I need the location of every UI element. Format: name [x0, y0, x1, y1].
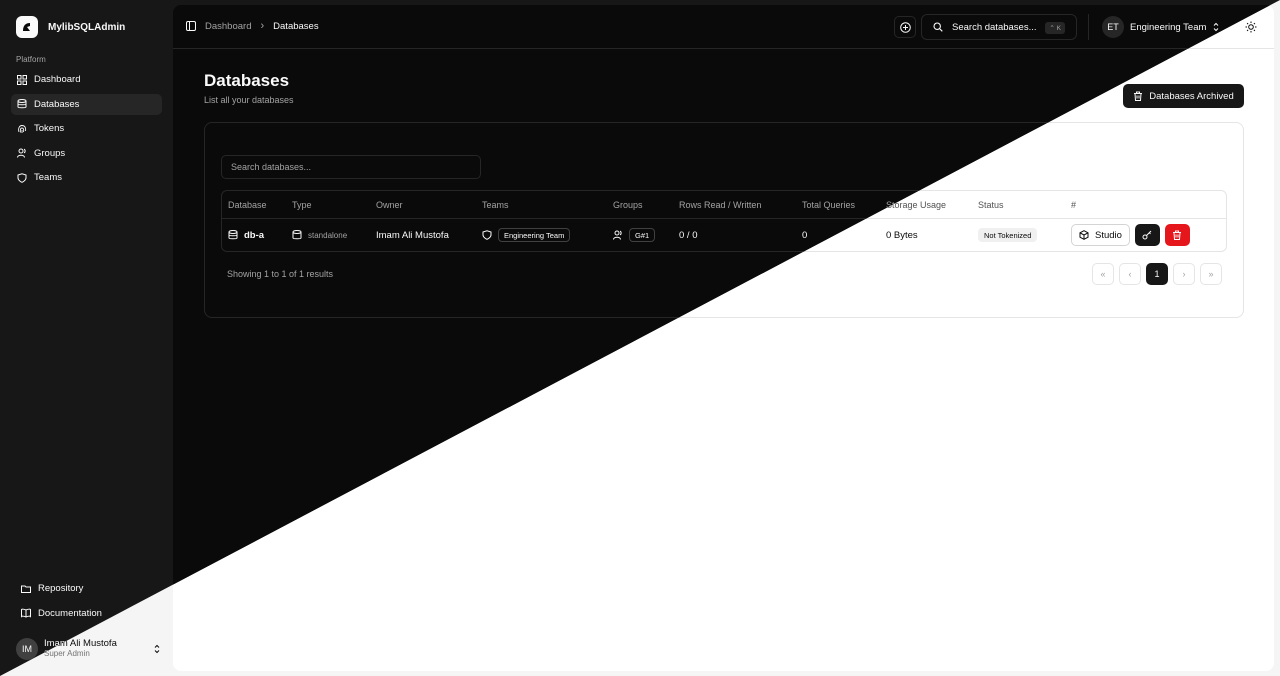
search-input[interactable]: Search databases... — [221, 155, 481, 179]
cell-total-queries: 0 — [802, 229, 808, 241]
global-search-button[interactable]: Search databases... ⌃ K — [921, 14, 1077, 40]
status-badge: Not Tokenized — [978, 228, 1038, 242]
cell-type: standalone — [292, 219, 347, 251]
database-type: standalone — [308, 230, 348, 240]
cell-teams: Engineering Team — [482, 219, 571, 251]
key-button[interactable] — [1134, 224, 1160, 246]
sidebar-item-label: Dashboard — [34, 74, 81, 85]
team-avatar: ET — [1102, 16, 1124, 38]
team-switcher[interactable]: ET Engineering Team — [1102, 16, 1220, 38]
global-search-label: Search databases... — [952, 21, 1037, 33]
page-title: Databases — [204, 71, 290, 90]
database-icon — [17, 99, 27, 109]
column-header: Status — [978, 199, 1004, 210]
sidebar-item-repository[interactable]: Repository — [16, 578, 162, 599]
user-role: Super Admin — [44, 648, 90, 658]
box-icon — [1079, 230, 1089, 240]
studio-button[interactable]: Studio — [1071, 224, 1130, 246]
cell-groups: G#1 — [613, 219, 656, 251]
folder-icon — [21, 584, 31, 594]
breadcrumb-dashboard[interactable]: Dashboard — [205, 21, 251, 32]
column-header: Groups — [613, 199, 643, 210]
database-icon — [228, 230, 238, 240]
trash-icon — [1134, 91, 1143, 101]
breadcrumb: Dashboard › Databases — [186, 20, 319, 32]
sidebar-toggle-icon[interactable] — [186, 21, 196, 31]
sidebar-item-tokens[interactable]: Tokens — [11, 118, 162, 139]
divider — [1088, 14, 1089, 40]
column-header: Owner — [376, 199, 403, 210]
sidebar-item-label: Documentation — [38, 607, 102, 619]
search-shortcut: ⌃ K — [1045, 22, 1065, 34]
column-header: Total Queries — [802, 199, 856, 210]
column-header: Database — [228, 199, 267, 210]
page-subtitle: List all your databases — [204, 95, 294, 105]
app-logo-icon — [16, 16, 38, 38]
cell-status: Not Tokenized — [978, 219, 1038, 251]
sidebar-item-label: Tokens — [34, 123, 65, 134]
cell-rows-rw: 0 / 0 — [679, 229, 698, 241]
databases-archived-label: Databases Archived — [1149, 90, 1234, 102]
prev-page-button[interactable]: ‹ — [1119, 263, 1141, 285]
theme-toggle-sun-icon[interactable] — [1245, 21, 1257, 33]
team-badge: Engineering Team — [498, 228, 571, 242]
breadcrumb-current: Databases — [273, 20, 319, 32]
add-database-button[interactable] — [894, 16, 916, 38]
trash-icon — [1173, 230, 1182, 240]
column-header: Rows Read / Written — [679, 199, 762, 210]
search-icon — [933, 22, 943, 32]
team-name: Engineering Team — [1130, 21, 1207, 33]
grid-icon — [17, 74, 27, 85]
sidebar-item-groups[interactable]: Groups — [11, 143, 162, 164]
app-stage: MylibSQLAdmin Platform Dashboard Databas… — [0, 0, 1280, 676]
cell-actions: Studio — [1071, 219, 1190, 251]
topbar: Dashboard › Databases Search databases..… — [173, 5, 1274, 49]
group-badge: G#1 — [629, 228, 656, 242]
page-button[interactable]: 1 — [1146, 263, 1168, 285]
sidebar-section-label: Platform — [16, 55, 46, 64]
team-shield-icon — [482, 230, 492, 240]
app-name: MylibSQLAdmin — [48, 21, 126, 33]
fingerprint-icon — [17, 124, 27, 134]
sidebar: MylibSQLAdmin Platform Dashboard Databas… — [0, 0, 173, 676]
sidebar-item-teams[interactable]: Teams — [11, 167, 162, 188]
cylinder-icon — [292, 230, 302, 240]
sidebar-item-label: Databases — [34, 98, 80, 110]
sidebar-item-databases[interactable]: Databases — [11, 93, 162, 115]
chevrons-up-down-icon — [152, 643, 162, 655]
cell-storage: 0 Bytes — [886, 229, 918, 241]
sidebar-item-label: Teams — [34, 172, 62, 183]
last-page-button[interactable]: » — [1200, 263, 1222, 285]
key-icon — [1142, 230, 1152, 240]
delete-button[interactable] — [1164, 224, 1190, 246]
sidebar-item-label: Groups — [34, 147, 66, 159]
sidebar-item-dashboard[interactable]: Dashboard — [11, 69, 162, 90]
sidebar-item-label: Repository — [38, 583, 84, 594]
databases-archived-button[interactable]: Databases Archived — [1123, 84, 1244, 108]
studio-label: Studio — [1095, 229, 1122, 241]
first-page-button[interactable]: « — [1092, 263, 1114, 285]
column-header: Teams — [482, 199, 509, 210]
pagination: « ‹ 1 › » — [1092, 263, 1222, 285]
avatar: IM — [16, 638, 38, 660]
plus-circle-icon — [899, 21, 911, 33]
pagination-summary: Showing 1 to 1 of 1 results — [227, 269, 334, 279]
column-header: # — [1071, 199, 1077, 210]
sidebar-nav: Dashboard Databases Tokens Groups Teams — [11, 69, 162, 192]
cell-owner: Imam Ali Mustofa — [376, 229, 449, 241]
column-header: Type — [292, 199, 312, 210]
chevrons-up-down-icon — [1212, 22, 1220, 32]
database-name[interactable]: db-a — [244, 230, 264, 241]
breadcrumb-separator: › — [260, 20, 265, 32]
users-icon — [613, 230, 622, 240]
book-icon — [21, 608, 31, 618]
brand[interactable]: MylibSQLAdmin — [16, 16, 125, 38]
users-icon — [17, 148, 27, 158]
next-page-button[interactable]: › — [1173, 263, 1195, 285]
cell-database: db-a — [228, 219, 264, 251]
team-shield-icon — [17, 172, 27, 183]
